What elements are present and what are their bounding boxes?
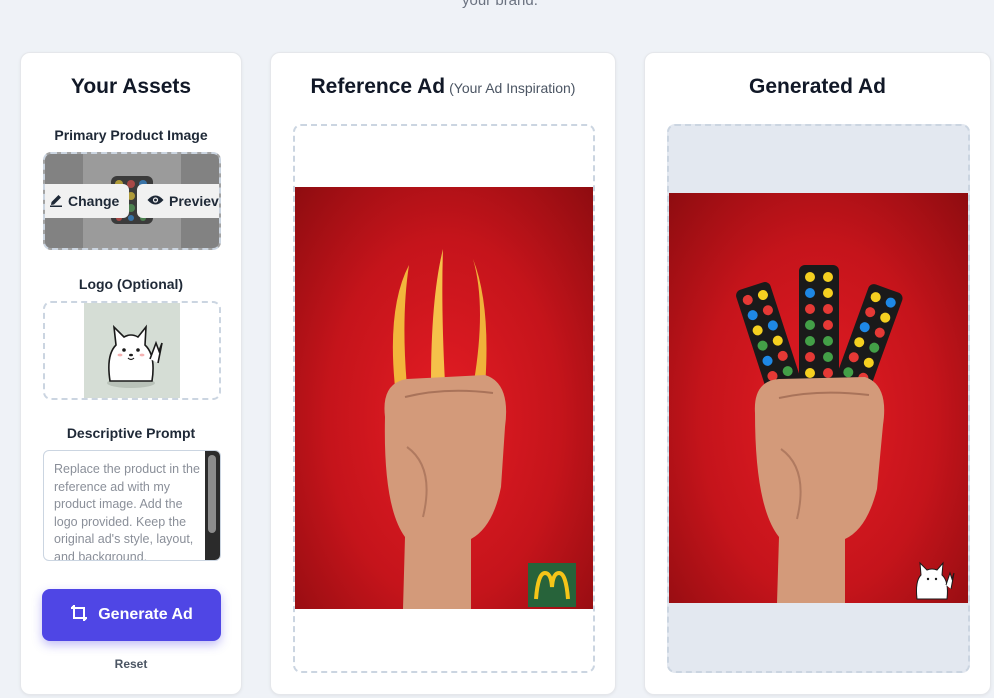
reset-button[interactable]: Reset [21,657,241,671]
assets-title: Your Assets [70,75,192,98]
reference-ad-title: Reference Ad (Your Ad Inspiration) [271,75,615,99]
reference-ad-hint: (Your Ad Inspiration) [449,80,576,96]
generated-ad-title: Generated Ad [749,75,886,98]
prompt-label: Descriptive Prompt [66,425,196,441]
change-image-button[interactable]: Change [45,184,129,218]
change-image-label: Change [68,193,120,209]
product-image-label: Primary Product Image [54,127,208,143]
generate-ad-label: Generate Ad [98,606,193,623]
logo-dropzone[interactable] [43,301,221,400]
preview-image-button[interactable]: Previev [137,184,219,218]
preview-image-label: Previev [169,193,219,209]
reference-ad-dropzone[interactable] [293,124,595,673]
reference-ad-title-text: Reference Ad [310,75,446,98]
crop-sparkle-icon [70,604,88,627]
eye-icon [147,193,164,209]
assets-panel: Your Assets Primary Product Image Change [20,52,242,695]
page-subtitle: your brand. [462,0,538,9]
reference-ad-panel: Reference Ad (Your Ad Inspiration) [270,52,616,695]
generated-ad-image [669,193,968,603]
logo-thumbnail [84,303,180,398]
prompt-textarea[interactable]: Replace the product in the reference ad … [43,450,221,561]
generated-ad-area [667,124,970,673]
reference-ad-image [295,187,593,609]
logo-label: Logo (Optional) [78,276,184,292]
generated-ad-panel: Generated Ad [644,52,991,695]
prompt-scrollbar[interactable] [205,451,220,560]
edit-icon [49,193,63,210]
prompt-placeholder: Replace the product in the reference ad … [54,462,200,561]
generate-ad-button[interactable]: Generate Ad [42,589,221,641]
product-image-dropzone[interactable]: Change Previev [43,152,221,250]
